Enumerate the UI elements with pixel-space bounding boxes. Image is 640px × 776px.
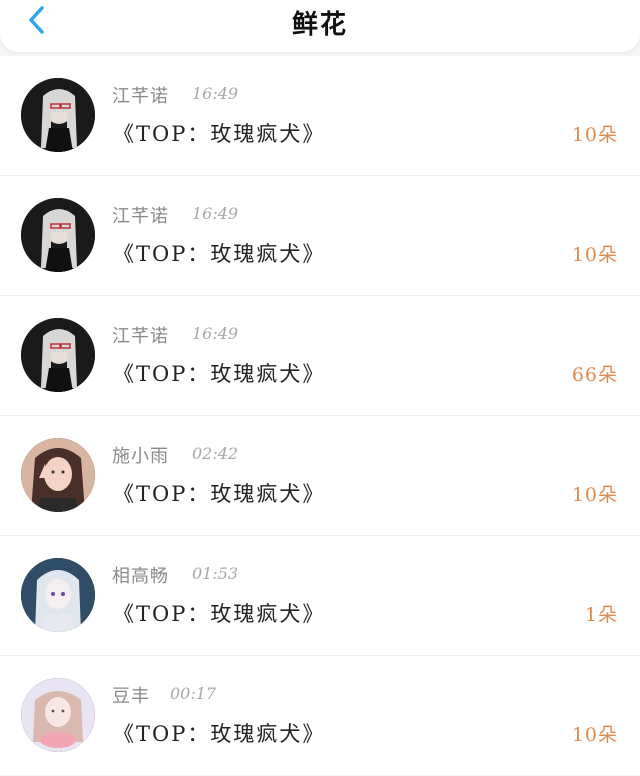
flower-count: 10朵 xyxy=(571,124,618,146)
flower-count: 10朵 xyxy=(571,724,618,746)
list-item[interactable]: 江芊诺 16:49 《TOP：玫瑰疯犬》 66朵 xyxy=(0,296,640,416)
sender-name: 江芊诺 xyxy=(112,326,169,347)
flower-count: 1朵 xyxy=(584,604,618,626)
list-item[interactable]: 相高畅 01:53 《TOP：玫瑰疯犬》 1朵 xyxy=(0,536,640,656)
send-time: 00:17 xyxy=(170,684,217,703)
avatar[interactable] xyxy=(21,318,95,392)
message-text: 《TOP：玫瑰疯犬》 xyxy=(113,602,326,626)
message-text: 《TOP：玫瑰疯犬》 xyxy=(113,242,326,266)
flower-list: 江芊诺 16:49 《TOP：玫瑰疯犬》 10朵 江芊诺 16:49 《TOP：… xyxy=(0,56,640,775)
message-text: 《TOP：玫瑰疯犬》 xyxy=(113,722,326,746)
avatar[interactable] xyxy=(21,78,95,152)
sender-name: 豆丰 xyxy=(112,686,150,707)
flowers-screen: 鲜花 江芊诺 16:49 《TOP：玫瑰疯犬》 10朵 江芊诺 16:49 《T… xyxy=(0,0,640,776)
sender-name: 江芊诺 xyxy=(112,206,169,227)
sender-name: 施小雨 xyxy=(112,446,169,467)
avatar[interactable] xyxy=(21,678,95,752)
sender-name: 相高畅 xyxy=(112,566,169,587)
header-bar: 鲜花 xyxy=(0,0,640,52)
avatar[interactable] xyxy=(21,438,95,512)
send-time: 02:42 xyxy=(192,444,239,463)
sender-name: 江芊诺 xyxy=(112,86,169,107)
send-time: 16:49 xyxy=(192,324,239,343)
list-item[interactable]: 施小雨 02:42 《TOP：玫瑰疯犬》 10朵 xyxy=(0,416,640,536)
avatar[interactable] xyxy=(21,558,95,632)
message-text: 《TOP：玫瑰疯犬》 xyxy=(113,122,326,146)
list-item[interactable]: 江芊诺 16:49 《TOP：玫瑰疯犬》 10朵 xyxy=(0,56,640,176)
flower-count: 66朵 xyxy=(571,364,618,386)
list-item[interactable]: 江芊诺 16:49 《TOP：玫瑰疯犬》 10朵 xyxy=(0,176,640,296)
send-time: 16:49 xyxy=(192,84,239,103)
message-text: 《TOP：玫瑰疯犬》 xyxy=(113,362,326,386)
flower-count: 10朵 xyxy=(571,244,618,266)
page-title: 鲜花 xyxy=(291,10,348,40)
message-text: 《TOP：玫瑰疯犬》 xyxy=(113,482,326,506)
send-time: 01:53 xyxy=(192,564,239,583)
avatar[interactable] xyxy=(21,198,95,272)
send-time: 16:49 xyxy=(192,204,239,223)
list-item[interactable]: 豆丰 00:17 《TOP：玫瑰疯犬》 10朵 xyxy=(0,656,640,775)
flower-count: 10朵 xyxy=(571,484,618,506)
